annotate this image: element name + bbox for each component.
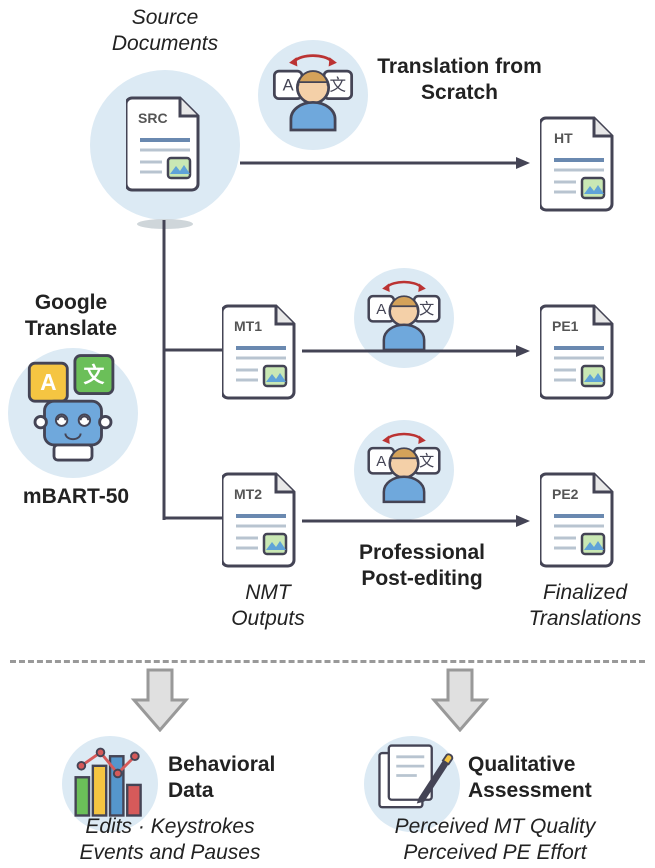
mt2-doc-icon: MT2 — [222, 472, 300, 568]
svg-text:A: A — [376, 301, 387, 318]
google-translate-label: Google Translate — [6, 290, 136, 343]
pe1-doc-icon: PE1 — [540, 304, 618, 400]
qualitative-icon — [372, 740, 456, 824]
arrow-src-ht — [240, 156, 530, 170]
finalized-translations-label: Finalized Translations — [520, 580, 650, 633]
ht-doc-icon: HT — [540, 116, 618, 212]
svg-text:文: 文 — [419, 453, 434, 470]
svg-text:A: A — [376, 453, 387, 470]
behavioral-data-label: Behavioral Data — [168, 752, 298, 805]
mt1-doc-icon: MT1 — [222, 304, 300, 400]
svg-text:A: A — [283, 75, 294, 94]
qualitative-assessment-label: Qualitative Assessment — [468, 752, 618, 805]
svg-text:文: 文 — [419, 301, 434, 318]
pe1-doc-label: PE1 — [552, 318, 578, 334]
svg-text:文: 文 — [330, 75, 347, 94]
svg-text:文: 文 — [83, 363, 104, 387]
arrow-mt2-pe2 — [302, 514, 530, 528]
src-doc-label: SRC — [138, 110, 168, 126]
behavioral-icon — [68, 744, 154, 822]
src-doc-icon: SRC — [126, 96, 204, 192]
svg-text:A: A — [40, 369, 56, 395]
separator-dash — [10, 660, 645, 663]
src-downlines — [160, 220, 230, 530]
translation-from-scratch-label: Translation from Scratch — [377, 54, 542, 107]
translator-icon-top: A 文 — [258, 40, 368, 150]
arrow-mt1-pe1 — [302, 344, 530, 358]
nmt-outputs-label: NMT Outputs — [218, 580, 318, 633]
perceived-label: Perceived MT Quality Perceived PE Effort — [370, 814, 620, 867]
edits-keystrokes-label: Edits · Keystrokes Events and Pauses — [60, 814, 280, 867]
translator-icon-bottom: A 文 — [354, 420, 454, 520]
big-arrow-right — [430, 668, 490, 732]
professional-postediting-label: Professional Post-editing — [342, 540, 502, 593]
mt1-doc-label: MT1 — [234, 318, 262, 334]
pe2-doc-icon: PE2 — [540, 472, 618, 568]
source-documents-label: Source Documents — [95, 5, 235, 58]
mbart50-label: mBART-50 — [20, 484, 132, 510]
pe2-doc-label: PE2 — [552, 486, 578, 502]
robot-icon: A 文 — [16, 348, 130, 462]
big-arrow-left — [130, 668, 190, 732]
ht-doc-label: HT — [554, 130, 573, 146]
mt2-doc-label: MT2 — [234, 486, 262, 502]
